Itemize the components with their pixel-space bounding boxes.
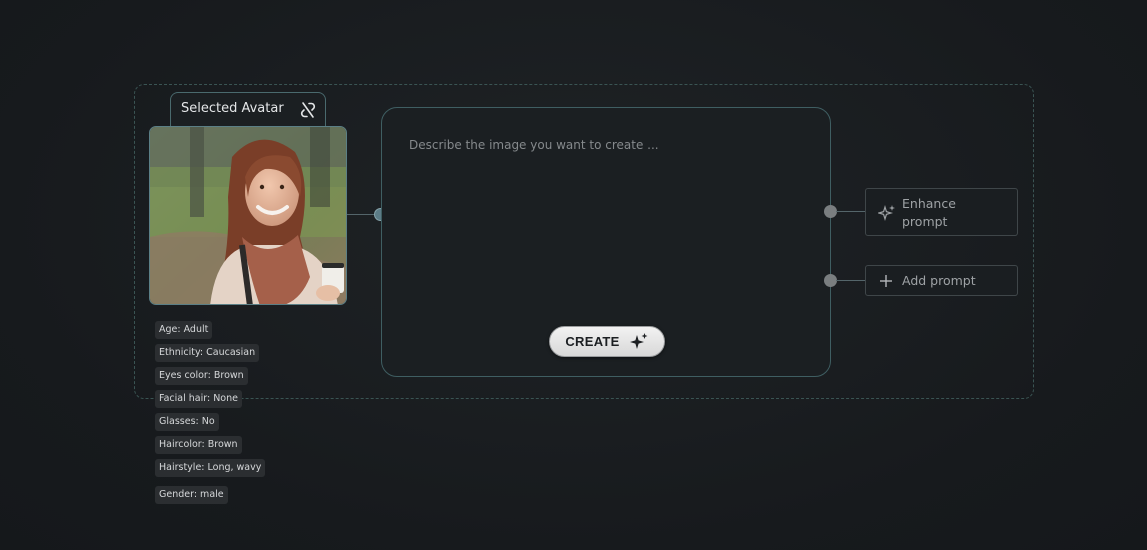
sparkle-icon [878,204,895,222]
attribute-tag: Eyes color: Brown [155,367,248,385]
plus-icon [880,275,892,287]
sparkle-icon [629,332,648,349]
selected-avatar-tab: Selected Avatar [170,92,326,128]
attribute-tag: Age: Adult [155,321,213,339]
enhance-connector-line [836,211,865,212]
attribute-tag: Ethnicity: Caucasian [155,344,260,362]
avatar-connector-line [347,214,375,215]
attribute-tag: Gender: male [155,486,228,504]
attribute-tag: Haircolor: Brown [155,436,242,454]
add-prompt-button[interactable]: Add prompt [865,265,1018,296]
create-label: CREATE [565,334,620,349]
avatar-image[interactable] [149,126,347,305]
enhance-label-line2: prompt [902,214,948,229]
add-connector-line [836,280,865,281]
prompt-input[interactable] [409,138,809,318]
prompt-panel: CREATE [381,107,831,377]
selected-avatar-title: Selected Avatar [181,101,284,116]
create-button[interactable]: CREATE [549,326,665,357]
enhance-label-line1: Enhance [902,196,956,211]
attribute-tag: Glasses: No [155,413,219,431]
attribute-tag: Facial hair: None [155,390,242,408]
unlink-icon[interactable] [300,101,316,119]
attribute-tag: Hairstyle: Long, wavy [155,459,266,477]
enhance-prompt-button[interactable]: Enhance prompt [865,188,1018,236]
add-prompt-label: Add prompt [902,273,976,288]
